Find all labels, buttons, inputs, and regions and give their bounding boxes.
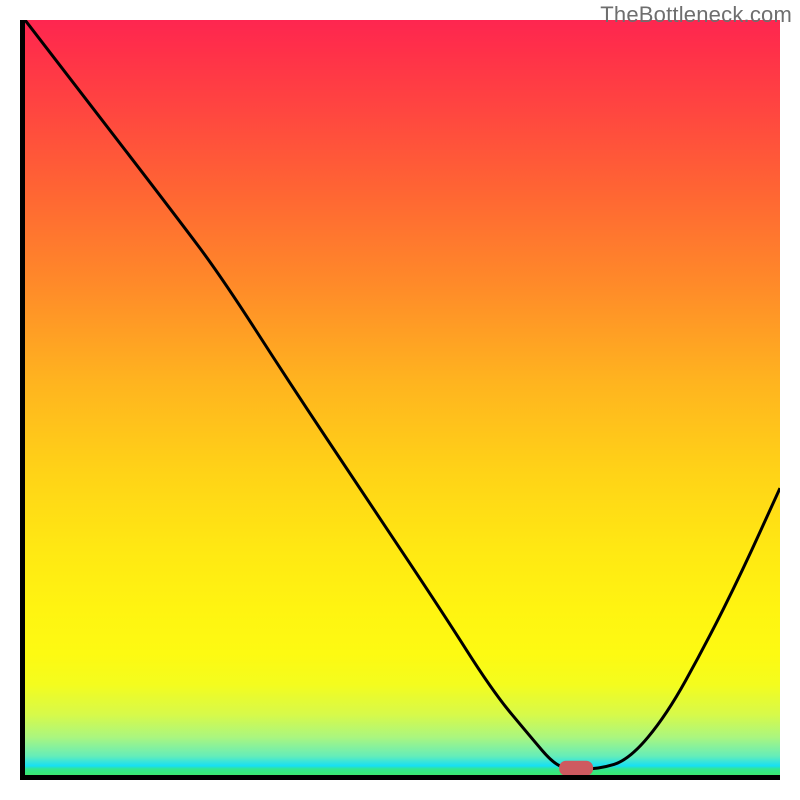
watermark-text: TheBottleneck.com [600, 2, 792, 28]
chart-overlay-svg [25, 20, 780, 775]
chart-container: TheBottleneck.com [0, 0, 800, 800]
optimal-point-marker [559, 761, 593, 775]
plot-area [20, 20, 780, 780]
bottleneck-curve-path [25, 20, 780, 769]
